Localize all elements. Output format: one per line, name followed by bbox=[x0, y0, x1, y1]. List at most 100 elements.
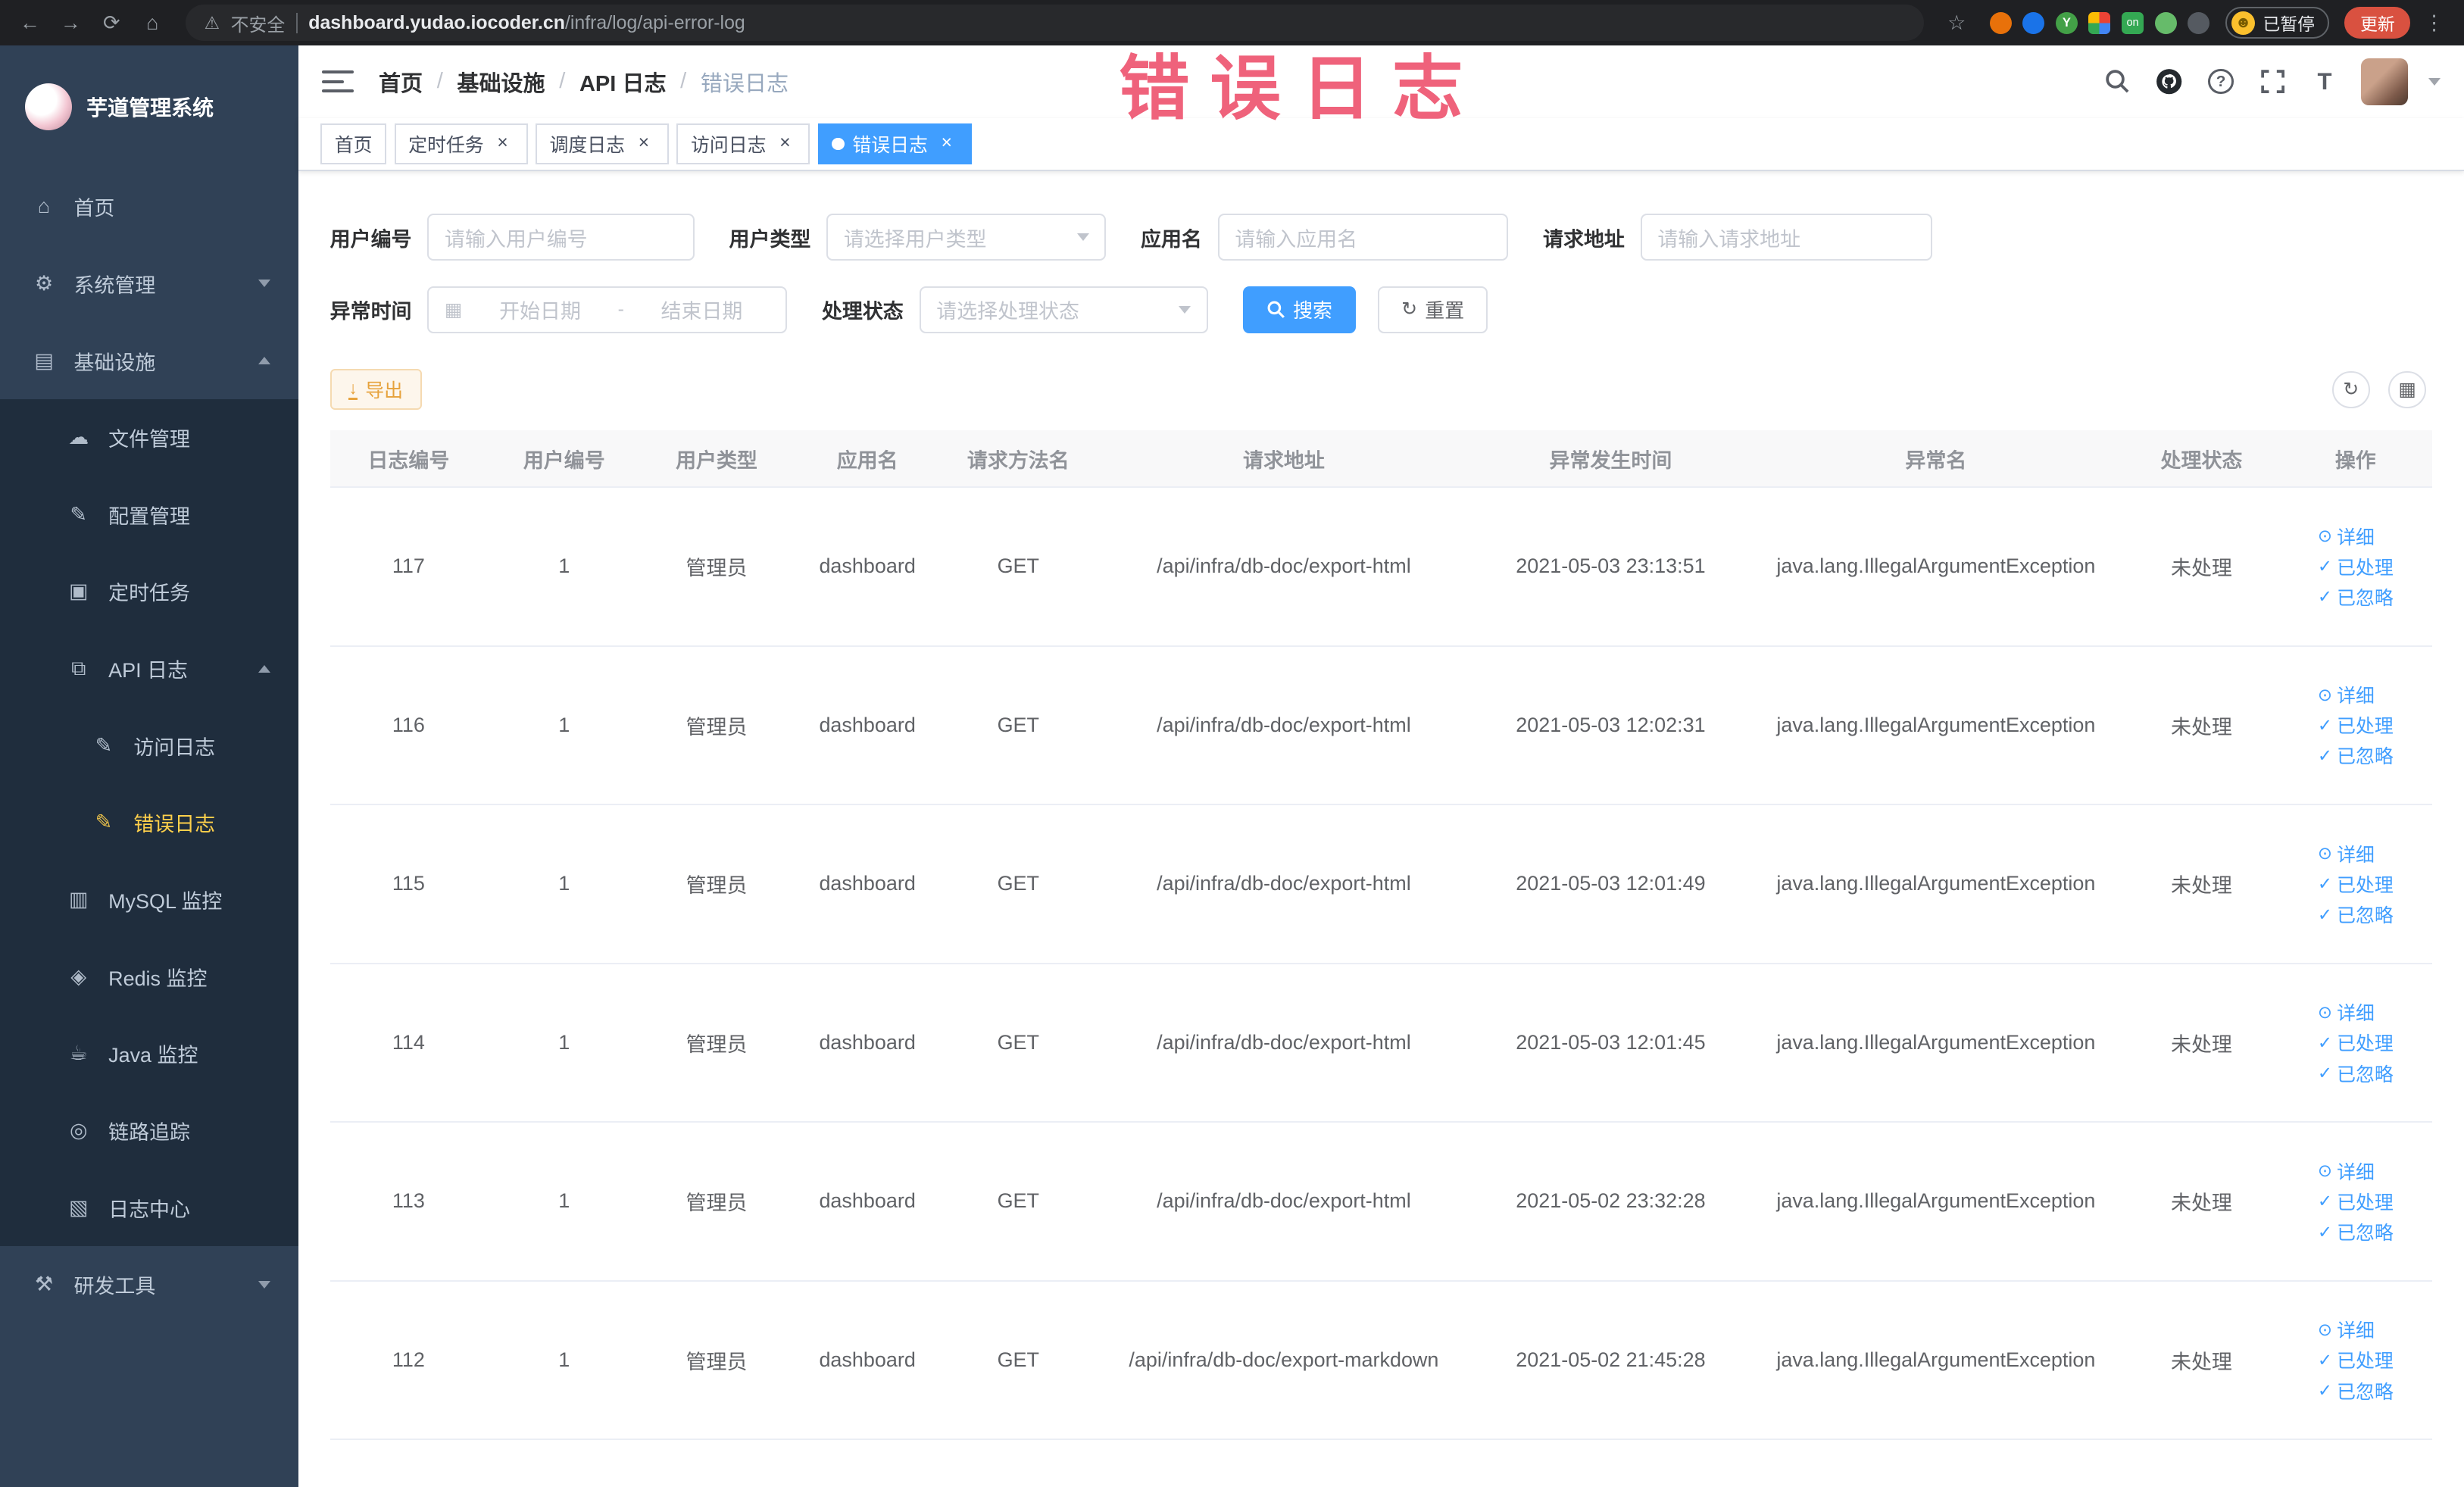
extension-paw-icon[interactable] bbox=[2188, 11, 2210, 34]
breadcrumb-separator: / bbox=[436, 69, 443, 94]
sidebar-item-12[interactable]: ◎ 链路追踪 bbox=[0, 1092, 299, 1170]
date-range-input[interactable]: ▦ 开始日期 - 结束日期 bbox=[427, 286, 788, 333]
ignore-link[interactable]: ✓ 已忽略 bbox=[2318, 583, 2394, 611]
detail-link[interactable]: ⊙ 详细 bbox=[2318, 998, 2375, 1026]
logo-avatar bbox=[25, 83, 73, 131]
request-url-input[interactable]: 请输入请求地址 bbox=[1640, 214, 1933, 261]
sidebar-toggle-icon[interactable] bbox=[322, 70, 354, 93]
action-label: 已处理 bbox=[2337, 716, 2394, 738]
tab-3[interactable]: 访问日志 × bbox=[676, 123, 810, 164]
tab-0[interactable]: 首页 bbox=[320, 123, 387, 164]
ignore-link[interactable]: ✓ 已忽略 bbox=[2318, 1377, 2394, 1404]
browser-menu-icon[interactable]: ⋮ bbox=[2417, 5, 2452, 40]
detail-link[interactable]: ⊙ 详细 bbox=[2318, 1316, 2375, 1343]
extension-grid-icon[interactable] bbox=[2088, 11, 2111, 34]
action-label: 详细 bbox=[2337, 526, 2375, 548]
browser-profile-chip[interactable]: ☻ 已暂停 bbox=[2225, 7, 2329, 39]
detail-link[interactable]: ⊙ 详细 bbox=[2318, 1157, 2375, 1185]
home-icon[interactable]: ⌂ bbox=[135, 5, 170, 40]
reload-icon[interactable]: ⟳ bbox=[94, 5, 129, 40]
cell-actions: ⊙ 详细 ✓ 已处理 ✓ 已忽略 bbox=[2278, 645, 2433, 806]
cell-log-id: 113 bbox=[329, 1122, 488, 1282]
ignore-link[interactable]: ✓ 已忽略 bbox=[2318, 1060, 2394, 1087]
sidebar-item-4[interactable]: ✎ 配置管理 bbox=[0, 476, 299, 554]
search-icon[interactable] bbox=[2101, 66, 2132, 97]
cell-log-id: 117 bbox=[329, 487, 488, 647]
tab-4[interactable]: 错误日志 × bbox=[817, 123, 972, 164]
sidebar-item-11[interactable]: ☕ Java 监控 bbox=[0, 1015, 299, 1092]
reset-button[interactable]: ↻ 重置 bbox=[1378, 286, 1488, 333]
check-icon: ✓ bbox=[2317, 556, 2332, 576]
sidebar-item-10[interactable]: ◈ Redis 监控 bbox=[0, 938, 299, 1016]
chevron-down-icon[interactable] bbox=[2428, 77, 2441, 86]
refresh-table-button[interactable]: ↻ bbox=[2331, 370, 2370, 409]
processed-link[interactable]: ✓ 已处理 bbox=[2318, 1029, 2394, 1056]
cell-status: 未处理 bbox=[2124, 1122, 2279, 1282]
tab-close-icon[interactable]: × bbox=[935, 133, 957, 155]
extension-record-icon[interactable] bbox=[1989, 11, 2012, 34]
update-button[interactable]: 更新 bbox=[2344, 7, 2411, 39]
ignore-link[interactable]: ✓ 已忽略 bbox=[2318, 901, 2394, 928]
processed-link[interactable]: ✓ 已处理 bbox=[2318, 711, 2394, 739]
back-icon[interactable]: ← bbox=[13, 5, 48, 40]
forward-icon[interactable]: → bbox=[54, 5, 89, 40]
detail-link[interactable]: ⊙ 详细 bbox=[2318, 840, 2375, 867]
sidebar-item-1[interactable]: ⚙ 系统管理 bbox=[0, 245, 298, 323]
sidebar-item-8[interactable]: ✎ 错误日志 bbox=[0, 784, 299, 861]
detail-link[interactable]: ⊙ 详细 bbox=[2318, 523, 2375, 550]
app-logo[interactable]: 芋道管理系统 bbox=[0, 45, 298, 168]
ignore-link[interactable]: ✓ 已忽略 bbox=[2318, 742, 2394, 769]
cell-url: /api/infra/db-doc/export-html bbox=[1093, 487, 1474, 647]
sidebar-item-7[interactable]: ✎ 访问日志 bbox=[0, 707, 299, 785]
tab-close-icon[interactable]: × bbox=[632, 133, 654, 155]
sidebar-item-13[interactable]: ▧ 日志中心 bbox=[0, 1169, 299, 1246]
tab-1[interactable]: 定时任务 × bbox=[394, 123, 528, 164]
tab-close-icon[interactable]: × bbox=[492, 133, 514, 155]
export-button[interactable]: ↓ 导出 bbox=[329, 369, 422, 411]
github-icon[interactable] bbox=[2153, 66, 2184, 97]
sidebar-item-9[interactable]: ▥ MySQL 监控 bbox=[0, 861, 299, 939]
detail-link[interactable]: ⊙ 详细 bbox=[2318, 681, 2375, 708]
check-icon: ✓ bbox=[2317, 1032, 2332, 1052]
breadcrumb-item[interactable]: API 日志 bbox=[579, 66, 667, 98]
user-avatar[interactable] bbox=[2360, 58, 2408, 105]
extension-y-icon[interactable]: Y bbox=[2055, 11, 2078, 34]
sidebar-item-6[interactable]: ⧉ API 日志 bbox=[0, 629, 299, 708]
sidebar-item-label: 系统管理 bbox=[73, 273, 156, 297]
ignore-link[interactable]: ✓ 已忽略 bbox=[2318, 1218, 2394, 1245]
tab-close-icon[interactable]: × bbox=[774, 133, 796, 155]
sidebar-item-0[interactable]: ⌂ 首页 bbox=[0, 168, 298, 245]
cell-time: 2021-05-02 23:32:28 bbox=[1473, 1122, 1747, 1282]
processed-link[interactable]: ✓ 已处理 bbox=[2318, 553, 2394, 580]
processed-link[interactable]: ✓ 已处理 bbox=[2318, 1346, 2394, 1373]
tab-label: 错误日志 bbox=[852, 134, 928, 156]
tab-2[interactable]: 调度日志 × bbox=[535, 123, 670, 164]
breadcrumb-item[interactable]: 首页 bbox=[379, 66, 423, 98]
sidebar-item-3[interactable]: ☁ 文件管理 bbox=[0, 398, 299, 476]
app-name-label: 应用名 bbox=[1141, 227, 1202, 251]
search-button[interactable]: 搜索 bbox=[1242, 286, 1357, 333]
action-label: 已处理 bbox=[2337, 1033, 2394, 1055]
cell-url: /api/infra/db-doc/export-html bbox=[1093, 645, 1474, 806]
process-status-label: 处理状态 bbox=[821, 300, 904, 323]
bookmark-star-icon[interactable]: ☆ bbox=[1939, 5, 1974, 40]
column-settings-button[interactable]: ▦ bbox=[2388, 370, 2427, 409]
sidebar-item-14[interactable]: ⚒ 研发工具 bbox=[0, 1246, 298, 1323]
app-name-input[interactable]: 请输入应用名 bbox=[1217, 214, 1509, 261]
user-type-select[interactable]: 请选择用户类型 bbox=[826, 214, 1107, 261]
processed-link[interactable]: ✓ 已处理 bbox=[2318, 1188, 2394, 1215]
processed-link[interactable]: ✓ 已处理 bbox=[2318, 870, 2394, 898]
fullscreen-icon[interactable] bbox=[2257, 66, 2288, 97]
font-size-icon[interactable]: T bbox=[2309, 66, 2340, 97]
breadcrumb-item[interactable]: 基础设施 bbox=[457, 66, 545, 98]
help-icon[interactable]: ? bbox=[2205, 66, 2236, 97]
address-bar[interactable]: ⚠ 不安全 dashboard.yudao.iocoder.cn/infra/l… bbox=[185, 5, 1924, 41]
sidebar-item-2[interactable]: ▤ 基础设施 bbox=[0, 322, 298, 399]
sidebar-item-5[interactable]: ▣ 定时任务 bbox=[0, 553, 299, 630]
cell-url: /api/infra/db-doc/export-markdown bbox=[1093, 1280, 1474, 1441]
user-id-input[interactable]: 请输入用户编号 bbox=[427, 214, 695, 261]
extension-leaf-icon[interactable] bbox=[2154, 11, 2177, 34]
extension-drop-icon[interactable] bbox=[2022, 11, 2045, 34]
process-status-select[interactable]: 请选择处理状态 bbox=[919, 286, 1209, 333]
extension-on-badge-icon[interactable] bbox=[2122, 11, 2144, 34]
